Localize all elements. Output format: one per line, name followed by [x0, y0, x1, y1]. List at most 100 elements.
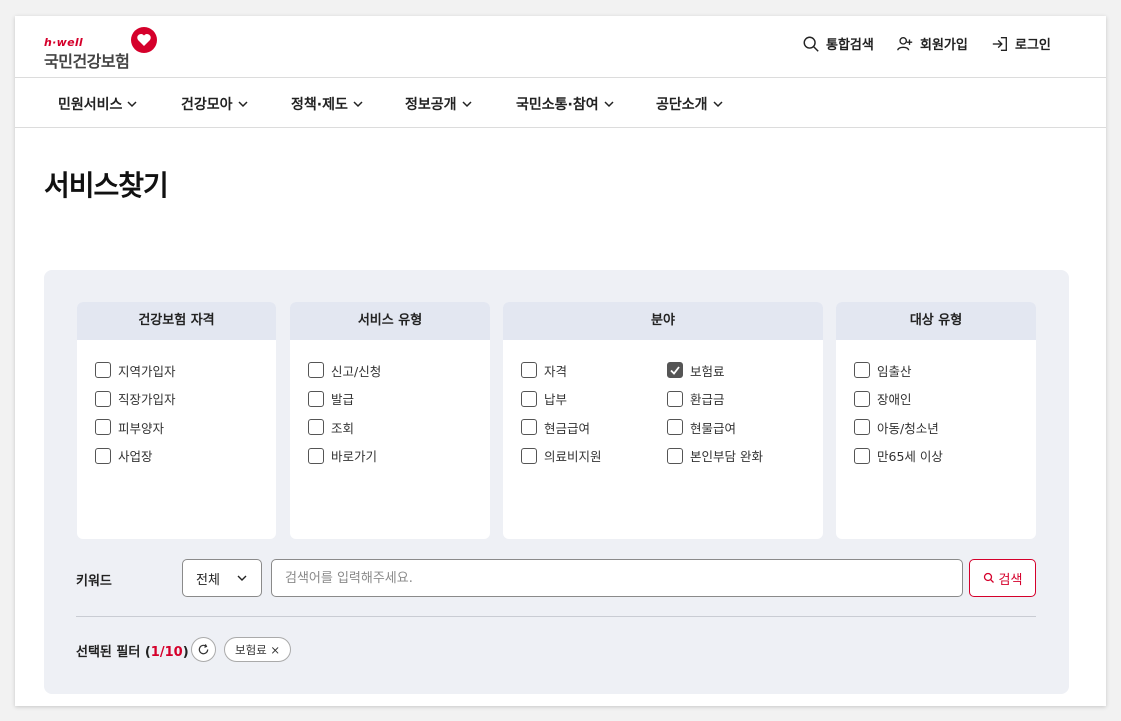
- signup-label: 회원가입: [920, 38, 968, 53]
- filter-option-pregnancy[interactable]: 임출산: [854, 356, 1018, 385]
- nav-item-label: 정책·제도: [291, 97, 348, 113]
- filter-box-field: 분야 자격 납부 현금급여 의료비지원 보험료 환급금 현물급여 본인부담 완화: [503, 302, 823, 539]
- login-link[interactable]: 로그인: [991, 34, 1051, 53]
- checkbox[interactable]: [308, 362, 324, 379]
- filter-box-title: 대상 유형: [836, 302, 1036, 340]
- nav-item-about[interactable]: 공단소개: [656, 94, 724, 114]
- checkbox[interactable]: [95, 447, 111, 464]
- chevron-down-icon: [713, 101, 723, 108]
- selected-filter-chip[interactable]: 보험료 ×: [224, 637, 292, 662]
- filter-option-report[interactable]: 신고/신청: [308, 356, 472, 385]
- nav-item-disclosure[interactable]: 정보공개: [405, 94, 473, 114]
- checkbox[interactable]: [95, 390, 111, 407]
- filter-option-youth[interactable]: 아동/청소년: [854, 413, 1018, 442]
- site-header: h·well 국민건강보험 통합검색 회원가입 로그인: [15, 16, 1106, 78]
- filter-box-target: 대상 유형 임출산 장애인 아동/청소년 만65세 이상: [836, 302, 1036, 539]
- selected-filters-prefix: 선택된 필터 (: [76, 645, 151, 660]
- checkbox[interactable]: [521, 390, 537, 407]
- filter-option-in-kind-benefit[interactable]: 현물급여: [667, 413, 763, 442]
- search-icon: [803, 36, 819, 52]
- nav-item-policy[interactable]: 정책·제도: [291, 94, 364, 114]
- filter-option-regional[interactable]: 지역가입자: [95, 356, 258, 385]
- divider: [76, 616, 1036, 617]
- filter-option-label: 환급금: [690, 392, 725, 408]
- reset-filters-button[interactable]: [191, 637, 216, 662]
- checkbox[interactable]: [521, 447, 537, 464]
- chevron-down-icon: [604, 101, 614, 108]
- browser-page: h·well 국민건강보험 통합검색 회원가입 로그인 민원서비스 건강모아 정…: [15, 16, 1106, 706]
- filter-option-label: 만65세 이상: [877, 449, 943, 465]
- checkbox[interactable]: [95, 362, 111, 379]
- checkbox[interactable]: [95, 419, 111, 436]
- filter-option-workplace[interactable]: 사업장: [95, 442, 258, 471]
- nav-item-communication[interactable]: 국민소통·참여: [516, 94, 615, 114]
- keyword-search-input[interactable]: [271, 559, 963, 597]
- chevron-down-icon: [238, 101, 248, 108]
- integrated-search-label: 통합검색: [826, 38, 874, 53]
- search-button[interactable]: 검색: [969, 559, 1036, 597]
- filter-box-qualification: 건강보험 자격 지역가입자 직장가입자 피부양자 사업장: [77, 302, 276, 539]
- filter-option-label: 현금급여: [544, 420, 591, 436]
- selected-filters-suffix: ): [182, 645, 189, 660]
- filter-option-label: 발급: [331, 392, 355, 408]
- filter-box-title: 분야: [503, 302, 823, 340]
- filter-option-issue[interactable]: 발급: [308, 385, 472, 414]
- filter-option-copay-relief[interactable]: 본인부담 완화: [667, 442, 763, 471]
- checkbox-checked[interactable]: [667, 362, 683, 379]
- checkbox[interactable]: [854, 362, 870, 379]
- filter-option-label: 피부양자: [118, 420, 165, 436]
- login-label: 로그인: [1015, 38, 1051, 53]
- checkbox[interactable]: [854, 390, 870, 407]
- site-logo[interactable]: h·well 국민건강보험: [44, 26, 174, 71]
- checkbox[interactable]: [667, 447, 683, 464]
- main-nav: 민원서비스 건강모아 정책·제도 정보공개 국민소통·참여 공단소개: [15, 78, 1106, 128]
- filter-option-refund[interactable]: 환급금: [667, 385, 763, 414]
- checkbox[interactable]: [308, 419, 324, 436]
- filter-option-label: 자격: [544, 363, 568, 379]
- filter-option-label: 사업장: [118, 449, 153, 465]
- filter-option-disabled[interactable]: 장애인: [854, 385, 1018, 414]
- filter-option-employee[interactable]: 직장가입자: [95, 385, 258, 414]
- filter-option-label: 장애인: [877, 392, 912, 408]
- checkbox[interactable]: [308, 390, 324, 407]
- filter-option-label: 아동/청소년: [877, 420, 939, 436]
- filter-option-dependent[interactable]: 피부양자: [95, 413, 258, 442]
- filter-option-senior[interactable]: 만65세 이상: [854, 442, 1018, 471]
- filter-option-shortcut[interactable]: 바로가기: [308, 442, 472, 471]
- nav-item-civil-service[interactable]: 민원서비스: [58, 94, 138, 114]
- filter-box-title: 건강보험 자격: [77, 302, 276, 340]
- nav-item-label: 정보공개: [405, 97, 457, 113]
- checkbox[interactable]: [308, 447, 324, 464]
- checkbox[interactable]: [521, 362, 537, 379]
- refresh-icon: [198, 644, 209, 655]
- filter-option-inquiry[interactable]: 조회: [308, 413, 472, 442]
- filter-option-premium[interactable]: 보험료: [667, 356, 763, 385]
- search-button-label: 검색: [998, 572, 1023, 588]
- filter-option-label: 신고/신청: [331, 363, 382, 379]
- nav-item-label: 국민소통·참여: [516, 97, 599, 113]
- keyword-scope-select[interactable]: 전체: [182, 559, 262, 597]
- integrated-search-link[interactable]: 통합검색: [802, 34, 874, 53]
- selected-filters-count: 1/10: [150, 645, 183, 660]
- checkbox[interactable]: [854, 419, 870, 436]
- filter-option-label: 임출산: [877, 363, 912, 379]
- selected-filter-chip-label: 보험료 ×: [235, 642, 281, 657]
- filter-option-label: 본인부담 완화: [690, 449, 763, 465]
- search-icon: [983, 572, 994, 583]
- chevron-down-icon: [237, 575, 247, 581]
- nav-item-label: 건강모아: [181, 97, 233, 113]
- signup-link[interactable]: 회원가입: [896, 34, 968, 53]
- nav-item-label: 공단소개: [656, 97, 708, 113]
- filter-panel: 건강보험 자격 지역가입자 직장가입자 피부양자 사업장 서비스 유형 신고/신…: [44, 270, 1069, 694]
- login-icon: [992, 36, 1007, 51]
- checkbox[interactable]: [854, 447, 870, 464]
- filter-option-label: 현물급여: [690, 420, 737, 436]
- filter-option-label: 지역가입자: [118, 363, 176, 379]
- chevron-down-icon: [462, 101, 472, 108]
- keyword-label: 키워드: [76, 574, 112, 589]
- checkbox[interactable]: [667, 419, 683, 436]
- checkbox[interactable]: [667, 390, 683, 407]
- check-icon: [670, 366, 680, 376]
- checkbox[interactable]: [521, 419, 537, 436]
- nav-item-health[interactable]: 건강모아: [181, 94, 249, 114]
